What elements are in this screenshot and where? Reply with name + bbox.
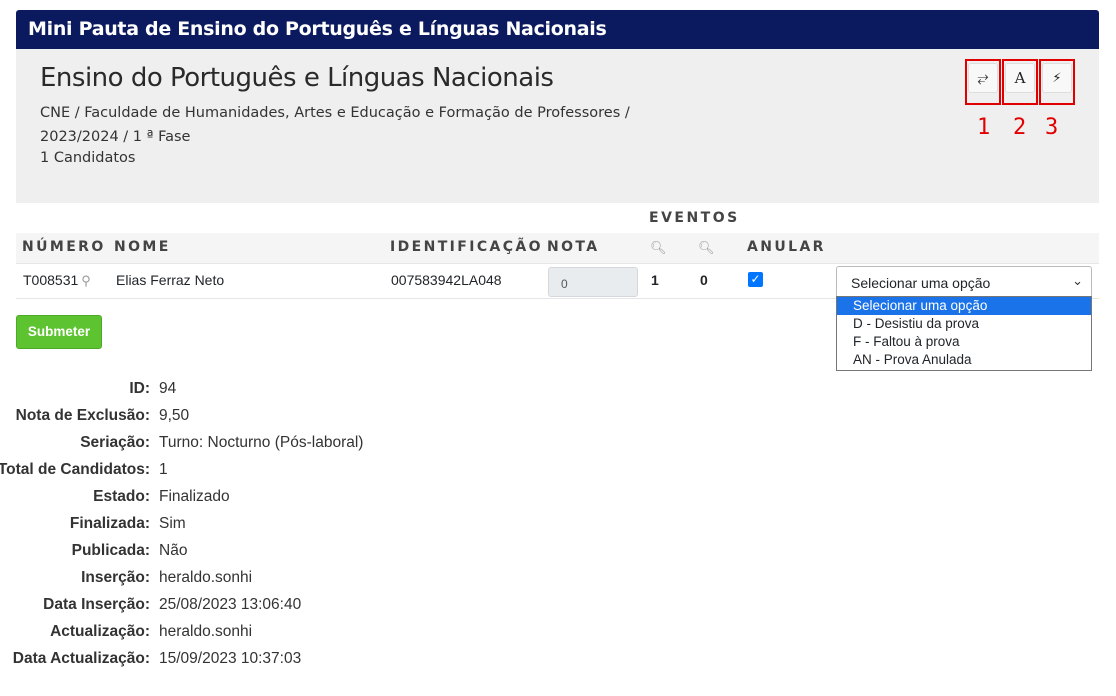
- annotation-label-2: 2: [1013, 115, 1027, 140]
- annotation-label-1: 1: [977, 115, 991, 140]
- course-title: Ensino do Português e Línguas Nacionais: [40, 63, 554, 93]
- detail-label: Inserção:: [81, 569, 150, 586]
- detail-value: Não: [159, 542, 188, 559]
- cell-nome: Elias Ferraz Neto: [116, 272, 225, 288]
- numero-value: T008531: [23, 272, 79, 288]
- course-header: Ensino do Português e Línguas Nacionais …: [16, 49, 1099, 203]
- annotation-label-3: 3: [1045, 115, 1059, 140]
- table-row: T008531 ⚲ Elias Ferraz Neto 007583942LA04…: [16, 263, 1099, 299]
- dropdown-option[interactable]: Selecionar uma opção: [837, 297, 1091, 315]
- detail-label: Finalizada:: [69, 515, 150, 532]
- nota-input[interactable]: 0: [548, 267, 638, 297]
- column-numero[interactable]: NÚMERO: [22, 239, 106, 255]
- cell-numero: T008531 ⚲: [23, 272, 91, 289]
- detail-row: Total de Candidatos: 1: [0, 461, 600, 488]
- cell-identificacao: 007583942LA048: [391, 272, 502, 288]
- zoom-out-icon: 🔍︎: [698, 240, 715, 255]
- detail-value: Turno: Nocturno (Pós-laboral): [159, 434, 364, 451]
- detail-row: Publicada: Não: [0, 542, 600, 569]
- text-wrap-button[interactable]: ⥂: [968, 63, 998, 93]
- detail-label: ID:: [129, 380, 150, 397]
- cell-evento-2: 0: [700, 272, 708, 288]
- status-select[interactable]: Selecionar uma opção ⌄: [836, 266, 1092, 298]
- detail-value: 15/09/2023 10:37:03: [159, 650, 302, 667]
- breadcrumb: CNE / Faculdade de Humanidades, Artes e …: [40, 101, 680, 149]
- detail-label: Data Actualização:: [12, 650, 150, 667]
- detail-label: Seriação:: [80, 434, 150, 451]
- column-identificacao[interactable]: IDENTIFICAÇÃO: [390, 239, 543, 255]
- submit-button[interactable]: Submeter: [16, 315, 102, 349]
- detail-label: Nota de Exclusão:: [15, 407, 150, 424]
- breadcrumb-line-1: CNE / Faculdade de Humanidades, Artes e …: [40, 105, 630, 121]
- candidates-count: 1 Candidatos: [40, 150, 136, 166]
- dropdown-option[interactable]: D - Desistiu da prova: [837, 315, 1091, 333]
- table-group-header: EVENTOS: [16, 203, 1099, 233]
- page-title-bar: Mini Pauta de Ensino do Português e Líng…: [16, 10, 1099, 49]
- detail-row: Nota de Exclusão: 9,50: [0, 407, 600, 434]
- anular-checkbox[interactable]: ✓: [748, 272, 763, 287]
- table-header: NÚMERO NOME IDENTIFICAÇÃO NOTA 🔍︎ 🔍︎ ANU…: [16, 233, 1099, 263]
- chevron-down-icon: ⌄: [1072, 273, 1083, 288]
- detail-row: Data Inserção: 25/08/2023 13:06:40: [0, 596, 600, 623]
- detail-row: Finalizada: Sim: [0, 515, 600, 542]
- detail-value: Finalizado: [159, 488, 230, 505]
- detail-row: Data Actualização: 15/09/2023 10:37:03: [0, 650, 600, 677]
- detail-label: Publicada:: [71, 542, 150, 559]
- detail-row: Inserção: heraldo.sonhi: [0, 569, 600, 596]
- detail-label: Total de Candidatos:: [0, 461, 150, 478]
- detail-value: 25/08/2023 13:06:40: [159, 596, 302, 613]
- detail-row: Actualização: heraldo.sonhi: [0, 623, 600, 650]
- status-dropdown-list: Selecionar uma opção D - Desistiu da pro…: [836, 296, 1092, 371]
- font-button[interactable]: A: [1005, 63, 1035, 93]
- detail-row: Estado: Finalizado: [0, 488, 600, 515]
- column-anular[interactable]: ANULAR: [747, 239, 826, 255]
- detail-label: Estado:: [93, 488, 150, 505]
- zoom-in-icon: 🔍︎: [650, 240, 667, 255]
- font-icon: A: [1014, 69, 1026, 87]
- detail-value: 1: [159, 461, 168, 478]
- detail-row: Seriação: Turno: Nocturno (Pós-laboral): [0, 434, 600, 461]
- detail-value: heraldo.sonhi: [159, 569, 253, 586]
- detail-label: Actualização:: [50, 623, 150, 640]
- detail-value: 9,50: [159, 407, 190, 424]
- detail-value: Sim: [159, 515, 186, 532]
- text-wrap-icon: ⥂: [977, 70, 989, 86]
- dropdown-option[interactable]: AN - Prova Anulada: [837, 351, 1091, 369]
- select-value: Selecionar uma opção: [851, 275, 991, 291]
- column-nota[interactable]: NOTA: [547, 239, 600, 255]
- cell-evento-1: 1: [651, 272, 659, 288]
- detail-value: heraldo.sonhi: [159, 623, 253, 640]
- detail-label: Data Inserção:: [43, 596, 150, 613]
- bolt-icon: ⚡: [1052, 70, 1062, 86]
- eventos-header: EVENTOS: [649, 210, 740, 226]
- bolt-button[interactable]: ⚡: [1042, 63, 1072, 93]
- dropdown-option[interactable]: F - Faltou à prova: [837, 333, 1091, 351]
- search-icon[interactable]: ⚲: [81, 273, 91, 288]
- detail-value: 94: [159, 380, 177, 397]
- column-nome[interactable]: NOME: [114, 239, 171, 255]
- breadcrumb-line-2: 2023/2024 / 1 ª Fase: [40, 129, 191, 145]
- detail-row: ID: 94: [0, 380, 600, 407]
